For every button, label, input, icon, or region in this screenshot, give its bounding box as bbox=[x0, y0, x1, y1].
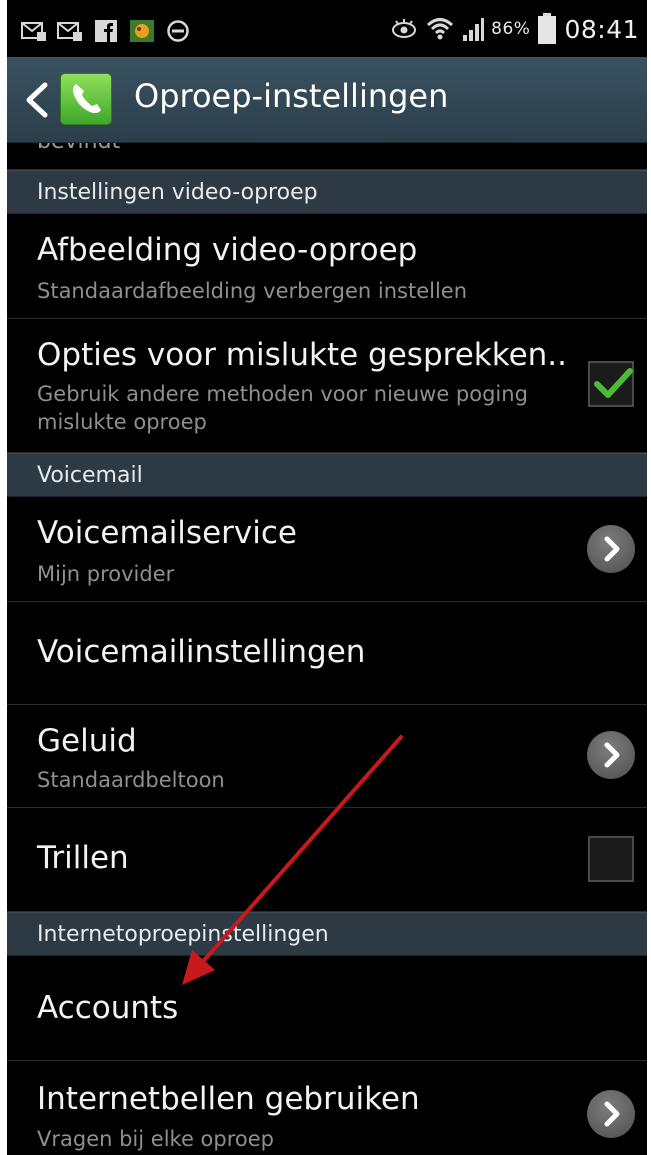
status-bar: 86% 08:41 bbox=[7, 0, 647, 57]
setting-title: Voicemailinstellingen bbox=[37, 634, 366, 670]
setting-subtitle: Mijn provider bbox=[37, 562, 175, 586]
back-arrow-icon[interactable] bbox=[21, 79, 51, 121]
app-notification-icon bbox=[130, 20, 154, 42]
notification-icons bbox=[21, 16, 191, 46]
facebook-icon bbox=[95, 20, 117, 42]
chevron-right-icon[interactable] bbox=[587, 525, 635, 573]
signal-icon bbox=[463, 18, 485, 41]
message-icon bbox=[21, 22, 46, 41]
smart-stay-eye-icon bbox=[392, 19, 417, 38]
setting-accounts[interactable]: Accounts bbox=[7, 956, 647, 1061]
setting-vibrate[interactable]: Trillen bbox=[7, 808, 647, 912]
clipped-item-text: bevindt bbox=[37, 143, 120, 154]
setting-title: Geluid bbox=[37, 723, 137, 759]
vibrate-checkbox[interactable] bbox=[588, 836, 634, 882]
phone-handset-icon bbox=[72, 84, 101, 114]
setting-title: Accounts bbox=[37, 990, 179, 1026]
setting-title: Internetbellen gebruiken bbox=[37, 1081, 420, 1117]
section-header-internet-calls: Internetoproepinstellingen bbox=[7, 912, 647, 956]
battery-percent: 86% bbox=[491, 19, 531, 39]
clipped-previous-item: bevindt bbox=[7, 143, 647, 170]
system-status-icons: 86% 08:41 bbox=[390, 12, 639, 46]
setting-title: Afbeelding video-oproep bbox=[37, 232, 418, 268]
chevron-right-icon[interactable] bbox=[587, 1090, 635, 1138]
setting-voicemail-service[interactable]: Voicemailservice Mijn provider bbox=[7, 497, 647, 602]
action-bar: Oproep-instellingen bbox=[7, 57, 647, 143]
setting-subtitle: Standaardafbeelding verbergen instellen bbox=[37, 279, 468, 303]
setting-title: Voicemailservice bbox=[37, 515, 297, 551]
section-header-voicemail: Voicemail bbox=[7, 453, 647, 497]
setting-use-internet-calling[interactable]: Internetbellen gebruiken Vragen bij elke… bbox=[7, 1061, 647, 1155]
setting-subtitle: Gebruik andere methoden voor nieuwe pogi… bbox=[37, 382, 528, 434]
clock: 08:41 bbox=[564, 14, 639, 44]
screen-title: Oproep-instellingen bbox=[134, 77, 449, 115]
chevron-right-icon[interactable] bbox=[587, 731, 635, 779]
phone-screen: 86% 08:41 Oproep-instellingen bevindt In… bbox=[7, 0, 647, 1155]
battery-icon bbox=[538, 13, 557, 44]
setting-subtitle: Vragen bij elke oproep bbox=[37, 1127, 274, 1151]
do-not-disturb-icon bbox=[167, 20, 189, 42]
message-icon bbox=[57, 22, 82, 41]
section-header-video: Instellingen video-oproep bbox=[7, 170, 647, 214]
setting-voicemail-settings[interactable]: Voicemailinstellingen bbox=[7, 602, 647, 705]
setting-video-call-image[interactable]: Afbeelding video-oproep Standaardafbeeld… bbox=[7, 214, 647, 319]
failed-call-options-checkbox[interactable] bbox=[588, 361, 634, 407]
setting-title: Trillen bbox=[37, 840, 129, 876]
setting-subtitle: Standaardbeltoon bbox=[37, 768, 225, 792]
setting-failed-call-options[interactable]: Opties voor mislukte gesprekken.. Gebrui… bbox=[7, 319, 647, 453]
wifi-icon bbox=[427, 18, 454, 40]
checkmark-icon bbox=[594, 368, 633, 398]
settings-list[interactable]: bevindt Instellingen video-oproep Afbeel… bbox=[7, 143, 647, 1155]
phone-app-icon[interactable] bbox=[60, 73, 112, 125]
setting-sound[interactable]: Geluid Standaardbeltoon bbox=[7, 705, 647, 808]
setting-title: Opties voor mislukte gesprekken.. bbox=[37, 337, 567, 373]
